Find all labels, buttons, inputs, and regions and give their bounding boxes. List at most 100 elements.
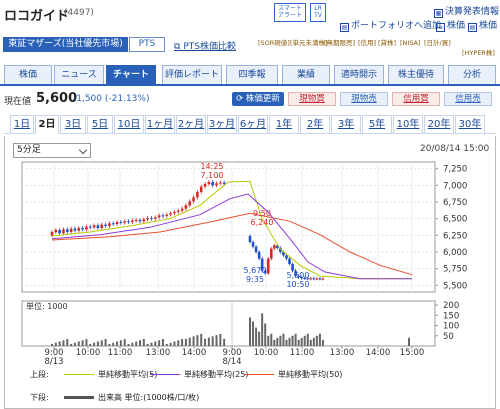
candle-body-52 xyxy=(266,258,270,274)
volume-bar-59 xyxy=(288,337,291,346)
legend-ma25: 単純移動平均(25) xyxy=(150,369,248,380)
volume-bar-4 xyxy=(66,339,69,346)
candle-body-54 xyxy=(273,245,276,249)
volume-bar-23 xyxy=(139,340,141,346)
price-tick-label-5: 6,000 xyxy=(443,248,467,258)
volume-tick-label-0: 200 xyxy=(443,301,459,311)
volume-bar-3 xyxy=(62,340,65,346)
candle-body-37 xyxy=(192,197,195,202)
volume-bar-56 xyxy=(279,335,282,346)
candle-body-35 xyxy=(184,205,188,209)
volume-bar-47 xyxy=(252,321,255,346)
volume-bar-9 xyxy=(85,339,88,346)
candle-body-11 xyxy=(92,225,96,228)
candle-body-33 xyxy=(176,210,180,212)
candle-body-66 xyxy=(309,278,313,280)
legend-volume: 出来高 単位:(1000株/口/枚) xyxy=(64,392,199,403)
x-tick-label-1-0: 10:00 xyxy=(76,348,101,358)
price-chart: 7,250 7,000 6,750 6,500 6,250 6,000 5,750 5,500… xyxy=(21,161,467,367)
volume-bar-close xyxy=(408,337,410,346)
candle-body-30 xyxy=(165,214,169,216)
candle-body-1 xyxy=(54,230,58,232)
annotation-value-3: 10:50 xyxy=(286,280,309,289)
volume-bar-22 xyxy=(135,341,138,346)
volume-bar-6 xyxy=(73,342,76,346)
candle-body-22 xyxy=(134,220,138,221)
volume-bar-53 xyxy=(270,333,273,346)
legend-upper-label: 上段: xyxy=(30,370,49,379)
candle-body-23 xyxy=(138,220,142,222)
x-tick-label-7-0: 11:00 xyxy=(290,348,315,358)
volume-bar-31 xyxy=(169,342,172,346)
x-tick-label-5-1: 8/14 xyxy=(222,357,241,367)
volume-bar-69 xyxy=(318,333,321,346)
price-tick-label-3: 6,500 xyxy=(443,215,467,225)
candle-body-19 xyxy=(123,221,126,223)
volume-bar-13 xyxy=(100,340,103,346)
volume-bar-55 xyxy=(276,337,279,346)
volume-bar-39 xyxy=(200,333,203,346)
x-tick-label-0-1: 8/13 xyxy=(44,357,63,367)
volume-bar-8 xyxy=(81,340,84,346)
volume-bar-58 xyxy=(285,339,288,346)
candle-body-2 xyxy=(58,230,61,234)
volume-bar-66 xyxy=(309,339,312,346)
candle-body-24 xyxy=(142,219,146,222)
candle-body-3 xyxy=(62,229,65,234)
volume-bar-26 xyxy=(150,342,153,346)
volume-bar-64 xyxy=(303,335,306,346)
volume-bar-11 xyxy=(93,342,96,346)
volume-bar-54 xyxy=(273,339,276,346)
volume-tick-label-2: 100 xyxy=(443,322,459,332)
annotation-time-1: 9:50 xyxy=(253,209,271,218)
legend-lower-label: 下段: xyxy=(30,393,49,402)
candle-body-15 xyxy=(108,223,111,226)
volume-bar-44 xyxy=(219,333,222,346)
candle-body-36 xyxy=(188,201,192,206)
candle-body-5 xyxy=(69,228,73,232)
volume-bar-0 xyxy=(51,343,53,346)
volume-bar-43 xyxy=(215,335,218,346)
candle-body-13 xyxy=(100,224,104,228)
volume-bar-17 xyxy=(116,341,119,346)
candle-body-40 xyxy=(203,184,207,187)
ma50-swatch xyxy=(244,374,274,375)
candle-body-27 xyxy=(154,217,157,219)
candle-body-8 xyxy=(81,228,84,230)
candle-body-41 xyxy=(207,182,211,184)
volume-bar-46 xyxy=(249,317,251,346)
volume-bar-21 xyxy=(131,342,134,346)
candle-body-20 xyxy=(127,221,130,223)
volume-bar-57 xyxy=(282,333,285,346)
volume-bar-27 xyxy=(154,341,157,346)
price-tick-label-1: 7,000 xyxy=(443,181,467,191)
volume-unit-label: 単位: 1000 xyxy=(26,301,68,311)
legend-ma50: 単純移動平均(50) xyxy=(244,369,342,380)
candle-body-49 xyxy=(257,252,261,259)
annotation-value-2: 9:35 xyxy=(246,275,264,284)
candle-body-14 xyxy=(104,224,107,226)
x-tick-label-2-0: 11:00 xyxy=(108,348,133,358)
candle-body-34 xyxy=(180,208,184,211)
candle-body-31 xyxy=(169,213,172,215)
volume-bar-29 xyxy=(161,339,164,346)
candle-body-43 xyxy=(215,183,218,186)
annotation-value-1: 6,240 xyxy=(251,218,274,227)
candle-body-29 xyxy=(161,215,165,217)
volume-bar-25 xyxy=(146,343,149,346)
candle-body-46 xyxy=(248,236,252,242)
x-tick-label-3-0: 13:00 xyxy=(146,348,171,358)
volume-bar-40 xyxy=(204,338,207,346)
candle-body-28 xyxy=(157,215,161,218)
candle-body-4 xyxy=(66,229,69,232)
candle-body-47 xyxy=(251,242,255,247)
x-tick-label-6-0: 10:00 xyxy=(254,348,279,358)
candle-body-59 xyxy=(288,258,291,264)
volume-bar-45 xyxy=(223,338,226,346)
volume-bar-33 xyxy=(177,340,180,346)
volume-bar-32 xyxy=(173,341,176,346)
volume-bar-19 xyxy=(123,339,126,346)
x-tick-label-10-0: 15:00 xyxy=(400,348,425,358)
price-tick-label-2: 6,750 xyxy=(443,198,467,208)
candle-body-18 xyxy=(119,222,123,223)
